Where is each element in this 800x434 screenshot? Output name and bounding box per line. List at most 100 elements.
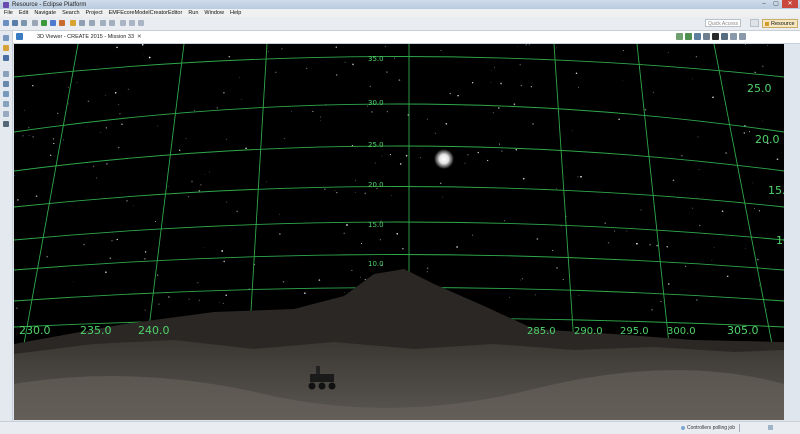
azimuth-label: 230.0: [19, 324, 51, 337]
quick-access-input[interactable]: Quick Access: [705, 19, 741, 27]
open-perspective-button[interactable]: [750, 19, 759, 27]
star: [651, 309, 653, 311]
star: [336, 74, 338, 76]
star: [471, 81, 474, 84]
maximize-button[interactable]: ▢: [770, 0, 782, 8]
annotation-prev-icon[interactable]: [89, 20, 95, 26]
star: [223, 91, 225, 94]
azimuth-label: 235.0: [80, 324, 112, 337]
tab-3d-viewer[interactable]: 3D Viewer - CREATE 2015 - Mission 33 ✕: [29, 32, 150, 42]
star: [726, 275, 729, 278]
star: [354, 180, 356, 182]
star: [354, 192, 356, 193]
star: [457, 94, 459, 97]
bookmarks-icon[interactable]: [3, 121, 9, 127]
properties-icon[interactable]: [3, 91, 9, 97]
debug-icon[interactable]: [50, 20, 56, 26]
star: [17, 199, 19, 201]
history-icon[interactable]: [3, 111, 9, 117]
restore-icon[interactable]: [3, 35, 9, 41]
star: [204, 174, 206, 175]
star: [386, 71, 388, 73]
pin-icon[interactable]: [120, 20, 126, 26]
progress-icon[interactable]: [768, 425, 773, 430]
elevation-label-right: 15.0: [768, 184, 784, 197]
star: [241, 99, 242, 100]
menu-run[interactable]: Run: [188, 10, 198, 16]
external-tools-icon[interactable]: [59, 20, 65, 26]
star: [121, 123, 123, 125]
star: [666, 246, 668, 248]
star: [667, 52, 669, 53]
menu-project[interactable]: Project: [86, 10, 103, 16]
star: [236, 210, 238, 212]
forward-icon[interactable]: [100, 20, 106, 26]
star: [92, 165, 95, 168]
star: [371, 111, 373, 113]
star: [343, 232, 345, 234]
star: [534, 294, 536, 296]
menu-search[interactable]: Search: [62, 10, 79, 16]
star: [391, 195, 392, 196]
star: [32, 136, 34, 138]
pick-icon[interactable]: [721, 33, 728, 40]
search-icon[interactable]: [70, 20, 76, 26]
minimize-view-icon[interactable]: [730, 33, 737, 40]
star: [398, 79, 401, 81]
elevation-label: 35.0: [368, 55, 384, 63]
console-icon[interactable]: [3, 101, 9, 107]
star: [500, 82, 502, 85]
star: [53, 143, 55, 145]
elevation-label: 30.0: [368, 99, 384, 107]
project-explorer-icon[interactable]: [3, 45, 9, 51]
star: [335, 46, 337, 48]
star: [649, 244, 651, 246]
menu-help[interactable]: Help: [230, 10, 241, 16]
star: [767, 45, 769, 46]
new-icon[interactable]: [3, 20, 9, 26]
camera-icon[interactable]: [676, 33, 683, 40]
run-icon[interactable]: [41, 20, 47, 26]
outline-icon[interactable]: [3, 55, 9, 61]
menu-window[interactable]: Window: [204, 10, 224, 16]
star: [759, 284, 760, 286]
star: [618, 118, 620, 121]
main-toolbar: [0, 17, 800, 31]
tasks-icon[interactable]: [3, 71, 9, 77]
maximize-view-icon[interactable]: [739, 33, 746, 40]
print-icon[interactable]: [21, 20, 27, 26]
star: [556, 188, 557, 190]
star: [426, 267, 429, 270]
star: [515, 148, 518, 151]
star: [745, 44, 746, 45]
last-edit-icon[interactable]: [129, 20, 135, 26]
sky-icon[interactable]: [712, 33, 719, 40]
star: [509, 297, 510, 298]
open-type-icon[interactable]: [32, 20, 38, 26]
star: [754, 71, 756, 73]
menu-edit[interactable]: Edit: [19, 10, 28, 16]
star: [95, 177, 98, 179]
star: [522, 177, 525, 180]
problems-icon[interactable]: [3, 81, 9, 87]
star: [471, 234, 474, 236]
layers-icon[interactable]: [694, 33, 701, 40]
star: [194, 109, 196, 112]
zoom-icon[interactable]: [703, 33, 710, 40]
annotation-next-icon[interactable]: [79, 20, 85, 26]
nav-forward-icon[interactable]: [138, 20, 144, 26]
3d-viewer-canvas[interactable]: 35.0 30.0 25.0 20.0 15.0 10.0 25.0 20.0 …: [14, 44, 784, 420]
window-controls: – ▢ ✕: [758, 0, 798, 8]
grid-toggle-icon[interactable]: [685, 33, 692, 40]
back-icon[interactable]: [109, 20, 115, 26]
menu-file[interactable]: File: [4, 10, 13, 16]
menu-navigate[interactable]: Navigate: [34, 10, 56, 16]
menu-emf-editor[interactable]: EMFEcoreModelCreatorEditor: [109, 10, 183, 16]
minimize-button[interactable]: –: [758, 0, 770, 8]
save-icon[interactable]: [12, 20, 18, 26]
star: [111, 239, 113, 242]
tab-close-icon[interactable]: ✕: [137, 34, 142, 40]
close-button[interactable]: ✕: [782, 0, 798, 8]
star: [143, 53, 145, 55]
perspective-resource-button[interactable]: Resource: [762, 19, 798, 28]
